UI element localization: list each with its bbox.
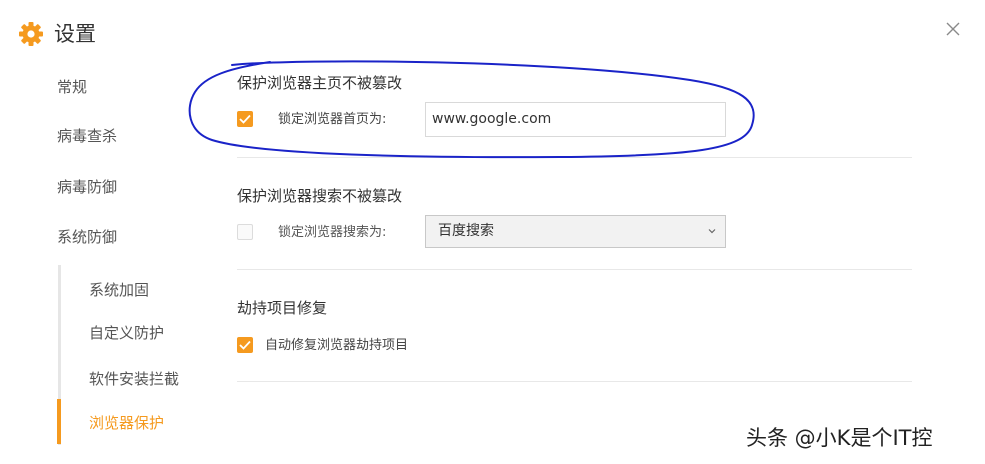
sidebar-item-system-defense[interactable]: 系统防御: [57, 227, 117, 247]
hijack-repair-label: 自动修复浏览器劫持项目: [265, 338, 409, 353]
page-title: 设置: [54, 22, 96, 46]
hijack-repair-checkbox[interactable]: [237, 337, 253, 353]
homepage-url-field[interactable]: www.google.com: [425, 102, 726, 137]
search-lock-label: 锁定浏览器搜索为:: [278, 225, 387, 240]
gear-icon: [19, 22, 43, 46]
submenu-active-indicator: [57, 399, 61, 444]
sidebar-subitem-custom-protection[interactable]: 自定义防护: [89, 323, 164, 343]
sidebar-subitem-system-hardening[interactable]: 系统加固: [89, 280, 149, 300]
sidebar-subitem-install-block[interactable]: 软件安装拦截: [89, 369, 179, 389]
close-icon[interactable]: [938, 14, 968, 44]
sidebar-item-virus-scan[interactable]: 病毒查杀: [57, 126, 117, 146]
homepage-section-title: 保护浏览器主页不被篡改: [237, 74, 403, 92]
sidebar-subitem-browser-protection[interactable]: 浏览器保护: [89, 413, 164, 433]
watermark: 头条 @小K是个IT控: [746, 426, 933, 450]
checkmark-icon: [239, 340, 251, 350]
hijack-section-title: 劫持项目修复: [237, 299, 328, 317]
sidebar-item-general[interactable]: 常规: [57, 77, 87, 97]
homepage-lock-checkbox[interactable]: [237, 111, 253, 127]
search-engine-value: 百度搜索: [438, 223, 494, 239]
search-section-title: 保护浏览器搜索不被篡改: [237, 187, 403, 205]
section-divider: [237, 157, 912, 158]
chevron-down-icon: [708, 229, 716, 234]
sidebar-item-virus-defense[interactable]: 病毒防御: [57, 177, 117, 197]
homepage-lock-label: 锁定浏览器首页为:: [278, 112, 387, 127]
search-engine-select[interactable]: 百度搜索: [425, 215, 726, 248]
section-divider: [237, 269, 912, 270]
checkmark-icon: [239, 114, 251, 124]
section-divider: [237, 381, 912, 382]
search-lock-checkbox[interactable]: [237, 224, 253, 240]
